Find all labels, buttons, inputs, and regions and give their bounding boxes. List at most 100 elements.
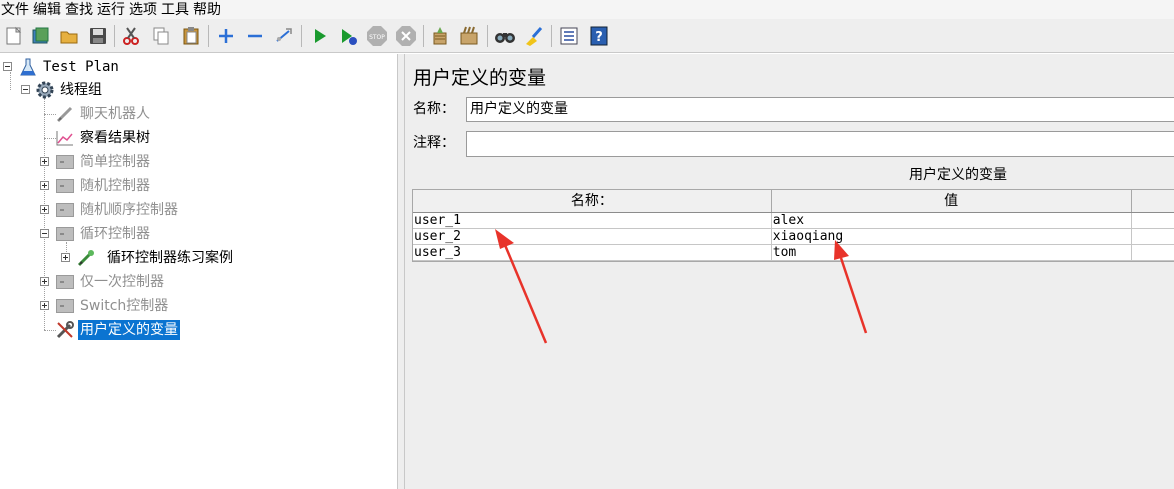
menu-tools[interactable]: 工具 xyxy=(160,1,192,19)
menu-help[interactable]: 帮助 xyxy=(192,1,224,19)
cell-value[interactable]: tom xyxy=(772,245,1132,260)
save-icon[interactable] xyxy=(86,24,110,48)
clear-all-icon[interactable] xyxy=(457,24,481,48)
toolbar-separator xyxy=(551,25,552,47)
cell-name[interactable]: user_3 xyxy=(413,245,772,260)
tree-label: 线程组 xyxy=(60,82,102,98)
wrench-icon xyxy=(55,320,75,340)
table-row[interactable]: user_3 tom xyxy=(413,245,1174,261)
column-header-value[interactable]: 值 xyxy=(772,190,1132,212)
toggle-icon[interactable] xyxy=(272,24,296,48)
toolbar: STOP ? xyxy=(0,19,1174,53)
menu-edit[interactable]: 编辑 xyxy=(32,1,64,19)
comment-label: 注释： xyxy=(413,135,455,151)
table-caption: 用户定义的变量 xyxy=(909,167,1007,183)
tree-connector xyxy=(44,98,45,330)
cell-extra[interactable] xyxy=(1132,229,1174,244)
tree-expand-toggle[interactable] xyxy=(61,253,70,262)
controller-icon xyxy=(55,224,75,244)
tree-label: 聊天机器人 xyxy=(80,106,150,122)
tree-expand-toggle[interactable] xyxy=(40,301,49,310)
comment-field[interactable] xyxy=(466,131,1174,157)
cut-icon[interactable] xyxy=(119,24,143,48)
pane-splitter[interactable] xyxy=(397,54,405,489)
shutdown-icon[interactable] xyxy=(394,24,418,48)
controller-icon xyxy=(55,200,75,220)
templates-icon[interactable] xyxy=(29,24,53,48)
table-header-row: 名称： 值 xyxy=(413,190,1174,213)
menu-options[interactable]: 选项 xyxy=(128,1,160,19)
start-icon[interactable] xyxy=(308,24,332,48)
tree-node[interactable]: 简单控制器 xyxy=(55,150,152,174)
svg-text:STOP: STOP xyxy=(369,34,385,41)
test-plan-tree: Test Plan 线程组 聊天机器人 察看结果树 简单控制器 随机控制器 随机… xyxy=(0,54,397,489)
expand-icon[interactable] xyxy=(214,24,238,48)
tree-node-selected[interactable]: 用户定义的变量 xyxy=(55,318,180,342)
tree-collapse-toggle[interactable] xyxy=(40,229,49,238)
tree-node-thread-group[interactable]: 线程组 xyxy=(35,78,104,102)
cell-value[interactable]: alex xyxy=(772,213,1132,228)
tree-expand-toggle[interactable] xyxy=(40,157,49,166)
cell-extra[interactable] xyxy=(1132,245,1174,260)
name-field[interactable]: 用户定义的变量 xyxy=(466,97,1174,122)
cell-value[interactable]: xiaoqiang xyxy=(772,229,1132,244)
tree-node[interactable]: 察看结果树 xyxy=(55,126,152,150)
tree-label: Switch控制器 xyxy=(80,298,169,314)
controller-icon xyxy=(55,152,75,172)
paste-icon[interactable] xyxy=(179,24,203,48)
reset-search-icon[interactable] xyxy=(522,24,546,48)
menu-bar: 文件 编辑 查找 运行 选项 工具 帮助 xyxy=(0,0,1174,19)
tree-collapse-toggle[interactable] xyxy=(3,62,12,71)
tree-expand-toggle[interactable] xyxy=(40,277,49,286)
tree-node[interactable]: 随机顺序控制器 xyxy=(55,198,180,222)
cell-extra[interactable] xyxy=(1132,213,1174,228)
column-header-name[interactable]: 名称： xyxy=(413,190,772,212)
tree-node[interactable]: Switch控制器 xyxy=(55,294,170,318)
cell-name[interactable]: user_1 xyxy=(413,213,772,228)
help-icon[interactable]: ? xyxy=(587,24,611,48)
chart-icon xyxy=(55,128,75,148)
sampler-icon xyxy=(76,248,96,268)
function-helper-icon[interactable] xyxy=(557,24,581,48)
tree-node[interactable]: 循环控制器 xyxy=(55,222,152,246)
tree-node[interactable]: 随机控制器 xyxy=(55,174,152,198)
pen-icon xyxy=(55,104,75,124)
flask-icon xyxy=(18,57,38,77)
tree-node-test-plan[interactable]: Test Plan xyxy=(18,55,121,79)
panel-title: 用户定义的变量 xyxy=(413,67,547,89)
tree-expand-toggle[interactable] xyxy=(40,181,49,190)
tree-collapse-toggle[interactable] xyxy=(21,85,30,94)
tree-label: 随机控制器 xyxy=(80,178,150,194)
toolbar-separator xyxy=(487,25,488,47)
new-icon[interactable] xyxy=(2,24,26,48)
tree-label: 用户定义的变量 xyxy=(78,320,180,340)
controller-icon xyxy=(55,272,75,292)
menu-search[interactable]: 查找 xyxy=(64,1,96,19)
table-row[interactable]: user_2 xiaoqiang xyxy=(413,229,1174,245)
tree-label: 仅一次控制器 xyxy=(80,274,164,290)
tree-label: 察看结果树 xyxy=(80,130,150,146)
copy-icon[interactable] xyxy=(149,24,173,48)
table-row[interactable]: user_1 alex xyxy=(413,213,1174,229)
collapse-icon[interactable] xyxy=(243,24,267,48)
search-icon[interactable] xyxy=(493,24,517,48)
tree-node[interactable]: 仅一次控制器 xyxy=(55,270,166,294)
menu-run[interactable]: 运行 xyxy=(96,1,128,19)
column-header-extra[interactable] xyxy=(1132,190,1174,212)
toolbar-separator xyxy=(114,25,115,47)
tree-node[interactable]: 循环控制器练习案例 xyxy=(76,246,235,270)
tree-label: 循环控制器 xyxy=(80,226,150,242)
toolbar-separator xyxy=(301,25,302,47)
menu-file[interactable]: 文件 xyxy=(0,1,32,19)
controller-icon xyxy=(55,176,75,196)
tree-label: Test Plan xyxy=(43,59,119,75)
tree-node[interactable]: 聊天机器人 xyxy=(55,102,152,126)
cell-name[interactable]: user_2 xyxy=(413,229,772,244)
element-editor-panel: 用户定义的变量 名称： 用户定义的变量 注释： 用户定义的变量 名称： 值 us… xyxy=(405,54,1174,489)
tree-expand-toggle[interactable] xyxy=(40,205,49,214)
open-icon[interactable] xyxy=(57,24,81,48)
stop-icon[interactable]: STOP xyxy=(365,24,389,48)
clear-icon[interactable] xyxy=(428,24,452,48)
start-no-pause-icon[interactable] xyxy=(336,24,360,48)
tree-label: 简单控制器 xyxy=(80,154,150,170)
